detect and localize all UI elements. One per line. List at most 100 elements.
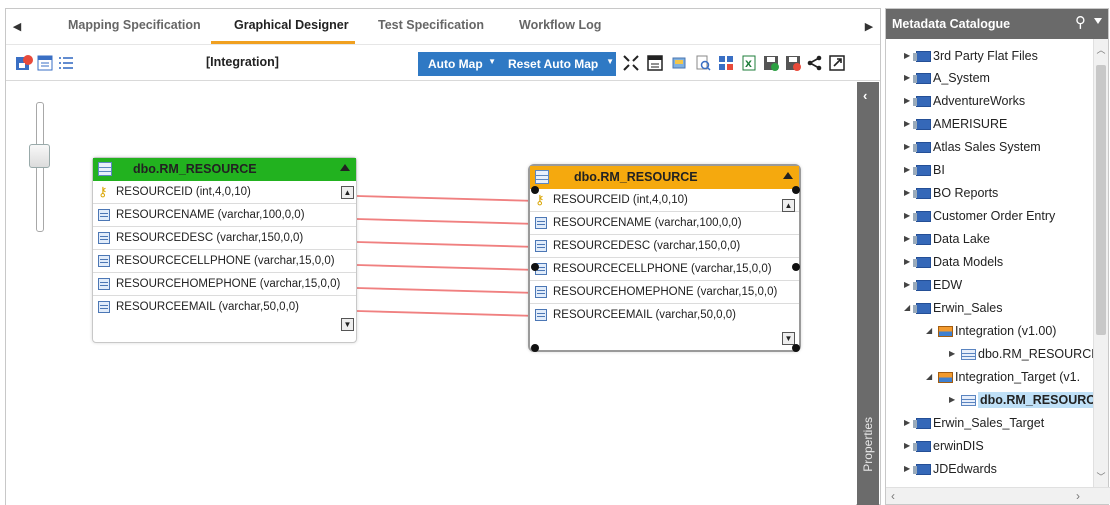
target-column-row[interactable]: RESOURCEDESC (varchar,150,0,0) (530, 235, 799, 258)
tree-node-target-rm-resource[interactable]: ▶ dbo.RM_RESOURCE (949, 389, 1094, 411)
tree-node-label: Erwin_Sales_Target (933, 416, 1045, 430)
resize-handle[interactable] (531, 344, 539, 352)
auto-map-button[interactable]: Auto Map ▼ (418, 52, 498, 76)
tree-node-adventureworks[interactable]: ▶ AdventureWorks (904, 90, 1025, 112)
design-canvas[interactable]: dbo.RM_RESOURCE ⚷ RESOURCEID (int,4,0,10)… (6, 82, 856, 505)
save-red-icon[interactable] (784, 54, 802, 72)
list-view-icon[interactable] (57, 54, 75, 72)
tree-node-atlas-sales-system[interactable]: ▶ Atlas Sales System (904, 136, 1041, 158)
collapse-icon[interactable]: ◢ (926, 320, 938, 342)
target-column-row[interactable]: ⚷ RESOURCEID (int,4,0,10) (530, 189, 799, 212)
properties-label[interactable]: Properties (861, 417, 875, 472)
target-column-row[interactable]: RESOURCEHOMEPHONE (varchar,15,0,0) (530, 281, 799, 304)
expand-properties-icon[interactable]: ‹ (863, 88, 867, 103)
tree-node-erwindis[interactable]: ▶ erwinDIS (904, 435, 984, 457)
resize-handle[interactable] (531, 263, 539, 271)
tree-node-3rd-party-flat-files[interactable]: ▶ 3rd Party Flat Files (904, 45, 1038, 67)
tree-node-bi[interactable]: ▶ BI (904, 159, 945, 181)
source-column-row[interactable]: RESOURCECELLPHONE (varchar,15,0,0) (93, 250, 356, 273)
tree-node-data-models[interactable]: ▶ Data Models (904, 251, 1003, 273)
collapse-icon[interactable]: ◢ (926, 366, 938, 388)
scroll-right-icon[interactable]: › (1076, 489, 1080, 503)
database-icon (913, 418, 931, 429)
designer-home-icon[interactable] (15, 54, 33, 72)
source-column-row[interactable]: RESOURCEDESC (varchar,150,0,0) (93, 227, 356, 250)
scroll-left-icon[interactable]: ‹ (891, 489, 895, 503)
preview-icon[interactable] (694, 54, 712, 72)
catalogue-title: Metadata Catalogue (892, 17, 1011, 31)
tree-node-erwin-sales[interactable]: ◢ Erwin_Sales (904, 297, 1002, 319)
reset-auto-map-button[interactable]: Reset Auto Map ▼ (498, 52, 616, 76)
pop-out-icon[interactable] (828, 54, 846, 72)
fit-to-screen-icon[interactable] (622, 54, 640, 72)
collapse-icon[interactable] (340, 164, 350, 171)
scroll-down-icon[interactable]: ﹀ (1094, 470, 1108, 483)
column-icon (98, 232, 110, 244)
resize-handle[interactable] (531, 186, 539, 194)
export-image-icon[interactable] (670, 54, 688, 72)
tab-mapping-specification[interactable]: Mapping Specification (68, 18, 201, 32)
zoom-slider-thumb[interactable] (29, 144, 50, 168)
source-table-header[interactable]: dbo.RM_RESOURCE (93, 158, 356, 181)
mapping-workspace: ◀ Mapping Specification Graphical Design… (5, 8, 881, 505)
catalogue-vertical-scrollbar[interactable]: ︿ ﹀ (1093, 39, 1108, 487)
tab-graphical-designer[interactable]: Graphical Designer (234, 18, 349, 32)
target-table-card[interactable]: dbo.RM_RESOURCE ⚷ RESOURCEID (int,4,0,10)… (528, 164, 801, 352)
source-column-row[interactable]: RESOURCEEMAIL (varchar,50,0,0) (93, 296, 356, 319)
tab-test-specification[interactable]: Test Specification (378, 18, 484, 32)
database-icon (913, 234, 931, 245)
source-column-row[interactable]: ⚷ RESOURCEID (int,4,0,10) (93, 181, 356, 204)
target-table-header[interactable]: dbo.RM_RESOURCE (530, 166, 799, 189)
dropdown-caret-icon[interactable] (1094, 18, 1102, 24)
tree-node-label: AdventureWorks (933, 94, 1026, 108)
tree-node-label: 3rd Party Flat Files (933, 49, 1038, 63)
catalogue-horizontal-scrollbar[interactable]: ‹ › (886, 487, 1110, 504)
reset-auto-map-caret-icon[interactable]: ▼ (606, 50, 614, 74)
expand-icon[interactable]: ▶ (949, 343, 961, 365)
scroll-down-icon[interactable]: ▼ (782, 332, 795, 345)
scroll-up-icon[interactable]: ︿ (1094, 43, 1108, 56)
scroll-up-icon[interactable]: ▲ (782, 199, 795, 212)
tab-workflow-log[interactable]: Workflow Log (519, 18, 601, 32)
mapping-line-resourcecellphone (356, 264, 539, 271)
tree-node-jdedwards[interactable]: ▶ JDEdwards (904, 458, 997, 480)
expand-icon[interactable]: ▶ (949, 389, 961, 411)
tree-node-integration[interactable]: ◢ Integration (v1.00) (926, 320, 1056, 342)
tab-scroll-left-icon[interactable]: ◀ (10, 17, 24, 37)
etl-tool-icon[interactable] (718, 54, 736, 72)
tree-node-bo-reports[interactable]: ▶ BO Reports (904, 182, 998, 204)
save-green-icon[interactable] (762, 54, 780, 72)
collapse-icon[interactable] (783, 172, 793, 179)
tree-node-integration-target[interactable]: ◢ Integration_Target (v1. (926, 366, 1080, 388)
tree-node-edw[interactable]: ▶ EDW (904, 274, 962, 296)
tree-node-data-lake[interactable]: ▶ Data Lake (904, 228, 990, 250)
tree-node-customer-order-entry[interactable]: ▶ Customer Order Entry (904, 205, 1055, 227)
source-column-row[interactable]: RESOURCENAME (varchar,100,0,0) (93, 204, 356, 227)
active-tab-indicator (211, 41, 355, 44)
resize-handle[interactable] (792, 344, 800, 352)
tree-node-label: Erwin_Sales (933, 301, 1003, 315)
resize-handle[interactable] (792, 186, 800, 194)
table-layout-icon[interactable] (646, 54, 664, 72)
tree-node-a-system[interactable]: ▶ A_System (904, 67, 990, 89)
form-view-icon[interactable] (36, 54, 54, 72)
target-column-row[interactable]: RESOURCENAME (varchar,100,0,0) (530, 212, 799, 235)
source-column-row[interactable]: RESOURCEHOMEPHONE (varchar,15,0,0) (93, 273, 356, 296)
database-icon (913, 464, 931, 475)
source-table-card[interactable]: dbo.RM_RESOURCE ⚷ RESOURCEID (int,4,0,10)… (92, 157, 357, 343)
share-icon[interactable] (806, 54, 824, 72)
target-column-row[interactable]: RESOURCEEMAIL (varchar,50,0,0) (530, 304, 799, 327)
scrollbar-thumb[interactable] (1096, 65, 1106, 335)
excel-export-icon[interactable]: X (740, 54, 758, 72)
target-column-row[interactable]: RESOURCECELLPHONE (varchar,15,0,0) (530, 258, 799, 281)
auto-map-caret-icon[interactable]: ▼ (488, 50, 496, 74)
tree-node-erwin-sales-target[interactable]: ▶ Erwin_Sales_Target (904, 412, 1044, 434)
properties-panel-strip[interactable]: ‹ Properties (857, 82, 879, 505)
tree-node-source-rm-resource[interactable]: ▶ dbo.RM_RESOURCE (949, 343, 1094, 365)
scroll-up-icon[interactable]: ▲ (341, 186, 354, 199)
search-icon[interactable]: ⚲ (1075, 13, 1086, 31)
resize-handle[interactable] (792, 263, 800, 271)
tree-node-amerisure[interactable]: ▶ AMERISURE (904, 113, 1007, 135)
tab-scroll-right-icon[interactable]: ▶ (862, 17, 876, 37)
scroll-down-icon[interactable]: ▼ (341, 318, 354, 331)
